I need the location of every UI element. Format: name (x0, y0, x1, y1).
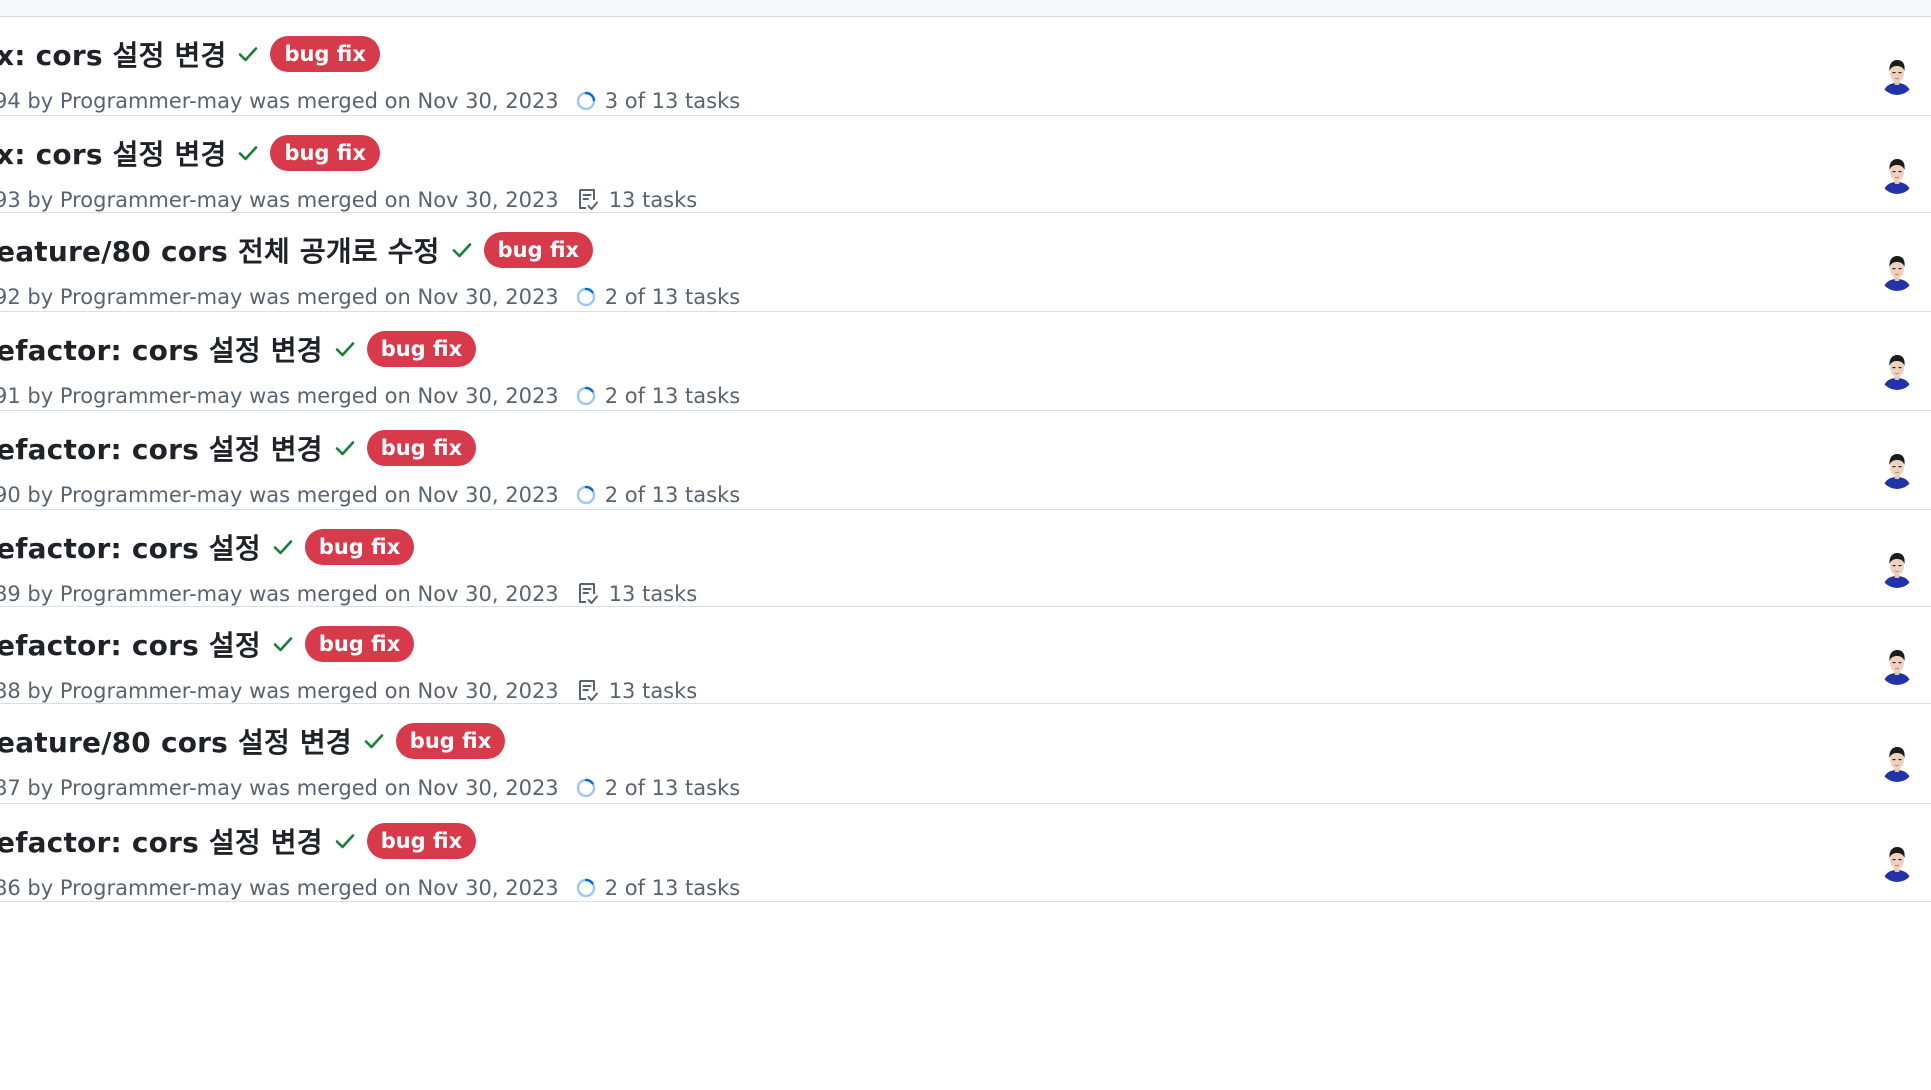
pull-request-title-link[interactable]: efactor: cors 설정 변경 (0, 428, 323, 468)
label-bug-fix[interactable]: bug fix (304, 626, 415, 662)
checklist-icon (575, 581, 601, 607)
pull-request-meta: 88 by Programmer-may was merged on Nov 3… (0, 679, 559, 703)
author-avatar[interactable] (1879, 352, 1915, 390)
pull-request-row: efactor: cors 설정 변경 bug fix 90 by Progra… (0, 411, 1931, 510)
checks-passed-icon[interactable] (333, 337, 357, 361)
pull-request-row: eature/80 cors 설정 변경 bug fix 87 by Progr… (0, 704, 1931, 804)
label-bug-fix[interactable]: bug fix (366, 430, 477, 466)
author-avatar[interactable] (1879, 57, 1915, 95)
task-progress-text: 2 of 13 tasks (604, 285, 741, 309)
pull-request-row: efactor: cors 설정 변경 bug fix 91 by Progra… (0, 312, 1931, 411)
author-avatar[interactable] (1879, 647, 1915, 685)
label-bug-fix[interactable]: bug fix (304, 529, 415, 565)
task-progress-text: 2 of 13 tasks (604, 876, 741, 900)
progress-icon (575, 777, 597, 799)
task-progress-text: 13 tasks (608, 188, 698, 212)
pull-request-list: x: cors 설정 변경 bug fix 94 by Programmer-m… (0, 17, 1931, 902)
task-progress-text: 3 of 13 tasks (604, 89, 741, 113)
checks-passed-icon[interactable] (362, 729, 386, 753)
task-progress-text: 2 of 13 tasks (604, 483, 741, 507)
pull-request-row: efactor: cors 설정 bug fix 89 by Programme… (0, 510, 1931, 607)
pull-request-meta: 86 by Programmer-may was merged on Nov 3… (0, 876, 559, 900)
author-avatar[interactable] (1879, 451, 1915, 489)
pull-request-row: x: cors 설정 변경 bug fix 93 by Programmer-m… (0, 116, 1931, 213)
label-bug-fix[interactable]: bug fix (366, 331, 477, 367)
task-progress-text: 13 tasks (608, 679, 698, 703)
label-bug-fix[interactable]: bug fix (270, 135, 380, 171)
checks-passed-icon[interactable] (271, 535, 295, 559)
pull-request-row: efactor: cors 설정 bug fix 88 by Programme… (0, 607, 1931, 704)
label-bug-fix[interactable]: bug fix (366, 823, 477, 859)
pull-request-meta: 90 by Programmer-may was merged on Nov 3… (0, 483, 559, 507)
label-bug-fix[interactable]: bug fix (270, 36, 380, 72)
pull-request-title-link[interactable]: eature/80 cors 설정 변경 (0, 721, 352, 761)
checks-passed-icon[interactable] (333, 436, 357, 460)
progress-icon (575, 286, 597, 308)
progress-icon (575, 90, 597, 112)
progress-icon (575, 484, 597, 506)
author-avatar[interactable] (1879, 550, 1915, 588)
pull-request-row: eature/80 cors 전체 공개로 수정 bug fix 92 by P… (0, 213, 1931, 312)
author-avatar[interactable] (1879, 744, 1915, 782)
pull-request-title-link[interactable]: x: cors 설정 변경 (0, 34, 226, 74)
task-progress-text: 2 of 13 tasks (604, 776, 741, 800)
pull-request-meta: 94 by Programmer-may was merged on Nov 3… (0, 89, 559, 113)
task-progress-text: 2 of 13 tasks (604, 384, 741, 408)
pull-request-title-link[interactable]: efactor: cors 설정 (0, 527, 261, 567)
pull-request-meta: 91 by Programmer-may was merged on Nov 3… (0, 384, 559, 408)
checks-passed-icon[interactable] (236, 141, 260, 165)
checks-passed-icon[interactable] (333, 829, 357, 853)
list-header-bar (0, 0, 1931, 17)
label-bug-fix[interactable]: bug fix (483, 232, 594, 268)
pull-request-title-link[interactable]: x: cors 설정 변경 (0, 133, 226, 173)
pull-request-meta: 93 by Programmer-may was merged on Nov 3… (0, 188, 559, 212)
pull-request-meta: 89 by Programmer-may was merged on Nov 3… (0, 582, 559, 606)
checklist-icon (575, 187, 601, 213)
pull-request-title-link[interactable]: efactor: cors 설정 (0, 624, 261, 664)
pull-request-title-link[interactable]: efactor: cors 설정 변경 (0, 329, 323, 369)
pull-request-meta: 87 by Programmer-may was merged on Nov 3… (0, 776, 559, 800)
pull-request-title-link[interactable]: efactor: cors 설정 변경 (0, 821, 323, 861)
label-bug-fix[interactable]: bug fix (395, 723, 506, 759)
progress-icon (575, 385, 597, 407)
progress-icon (575, 877, 597, 899)
checks-passed-icon[interactable] (236, 42, 260, 66)
task-progress-text: 13 tasks (608, 582, 698, 606)
pull-request-row: x: cors 설정 변경 bug fix 94 by Programmer-m… (0, 17, 1931, 116)
checks-passed-icon[interactable] (271, 632, 295, 656)
pull-request-title-link[interactable]: eature/80 cors 전체 공개로 수정 (0, 230, 440, 270)
pull-request-row: efactor: cors 설정 변경 bug fix 86 by Progra… (0, 804, 1931, 902)
pull-request-meta: 92 by Programmer-may was merged on Nov 3… (0, 285, 559, 309)
author-avatar[interactable] (1879, 156, 1915, 194)
author-avatar[interactable] (1879, 253, 1915, 291)
author-avatar[interactable] (1879, 844, 1915, 882)
checklist-icon (575, 678, 601, 704)
checks-passed-icon[interactable] (450, 238, 474, 262)
